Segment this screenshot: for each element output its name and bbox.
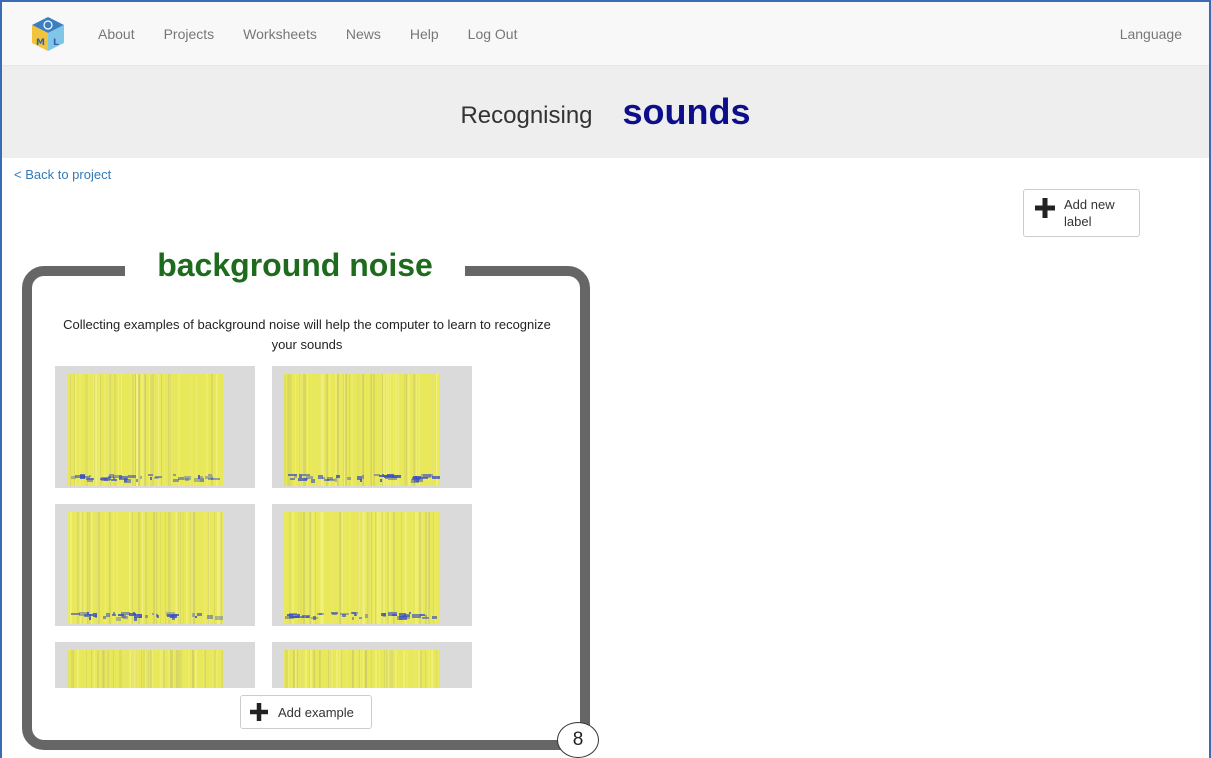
example-tile[interactable] (272, 504, 472, 626)
nav-news[interactable]: News (346, 26, 381, 42)
spectrogram-image (67, 374, 223, 486)
nav-worksheets[interactable]: Worksheets (243, 26, 317, 42)
plus-icon (1035, 198, 1055, 218)
example-tile[interactable] (55, 366, 255, 488)
label-card-title[interactable]: background noise (157, 247, 433, 284)
add-new-label-text: Add new label (1064, 197, 1115, 229)
add-example-button[interactable]: Add example (240, 695, 372, 729)
page-title-project: sounds (622, 91, 751, 132)
nav-help[interactable]: Help (410, 26, 439, 42)
ml-cube-logo-icon[interactable]: M L (30, 15, 66, 53)
page-title-prefix: Recognising (460, 102, 593, 129)
plus-icon (250, 703, 268, 721)
spectrogram-image (284, 374, 440, 486)
spectrogram-image (284, 512, 440, 624)
add-example-text: Add example (278, 705, 354, 720)
top-navbar: M L About Projects Worksheets News Help … (2, 2, 1209, 66)
example-tile[interactable] (272, 642, 472, 688)
page-title-band: Recognising sounds (2, 66, 1209, 158)
example-tile[interactable] (55, 504, 255, 626)
examples-grid[interactable] (55, 366, 475, 688)
nav-log-out[interactable]: Log Out (468, 26, 518, 42)
svg-text:M: M (36, 38, 45, 48)
add-new-label-button[interactable]: Add new label (1023, 189, 1140, 237)
label-card-title-wrap: background noise (125, 240, 465, 290)
label-card-description: Collecting examples of background noise … (63, 317, 551, 352)
example-count-badge: 8 (557, 722, 599, 758)
nav-language[interactable]: Language (1120, 2, 1182, 66)
nav-about[interactable]: About (98, 26, 135, 42)
svg-text:L: L (53, 38, 59, 48)
nav-projects[interactable]: Projects (164, 26, 215, 42)
example-tile[interactable] (55, 642, 255, 688)
example-tile[interactable] (272, 366, 472, 488)
spectrogram-image (67, 512, 223, 624)
spectrogram-image (67, 650, 223, 688)
spectrogram-image (284, 650, 440, 688)
back-to-project-link[interactable]: < Back to project (14, 167, 111, 182)
